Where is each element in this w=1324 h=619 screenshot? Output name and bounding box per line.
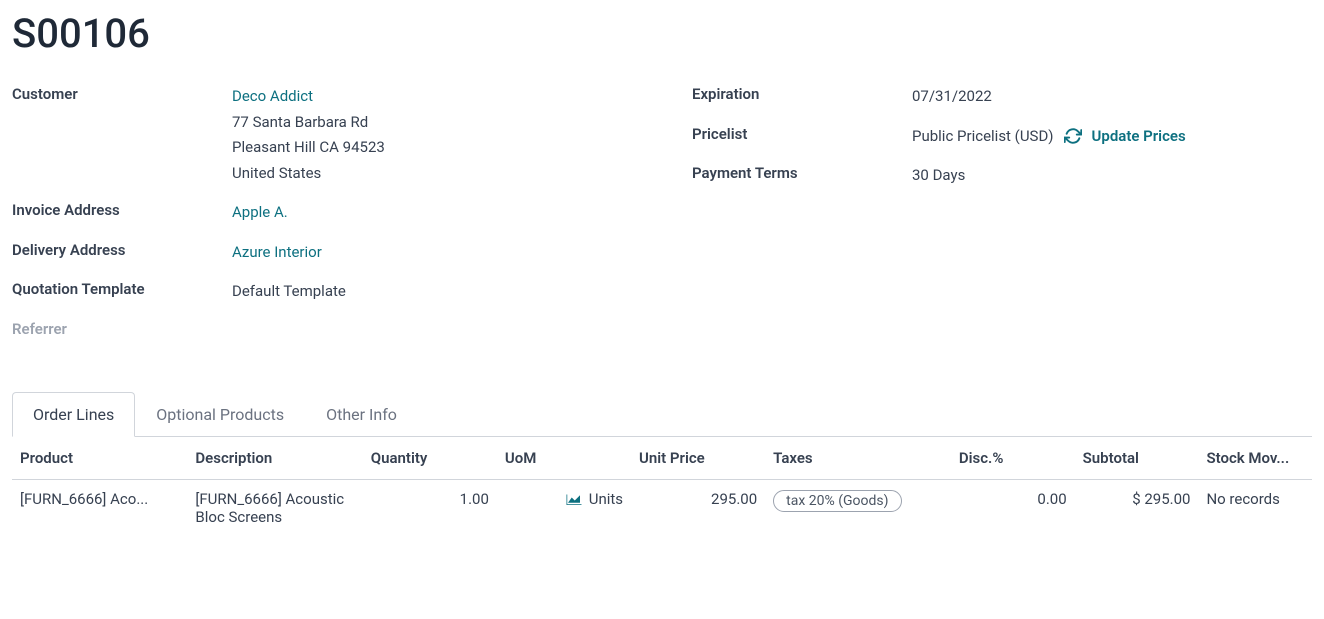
- expiration-value[interactable]: 07/31/2022: [912, 84, 1312, 110]
- cell-uom-text: Units: [589, 490, 623, 508]
- th-taxes[interactable]: Taxes: [765, 437, 951, 480]
- th-uom[interactable]: UoM: [497, 437, 631, 480]
- invoice-value[interactable]: Apple A.: [232, 200, 632, 226]
- customer-addr-1: 77 Santa Barbara Rd: [232, 113, 368, 131]
- th-discount[interactable]: Disc.%: [951, 437, 1075, 480]
- cell-discount[interactable]: 0.00: [951, 479, 1075, 536]
- th-description[interactable]: Description: [187, 437, 362, 480]
- form-col-left: Customer Deco Addict 77 Santa Barbara Rd…: [12, 84, 632, 352]
- cell-uom[interactable]: Units: [497, 479, 631, 536]
- cell-product[interactable]: [FURN_6666] Aco...: [12, 479, 187, 536]
- update-prices-button[interactable]: Update Prices: [1092, 124, 1186, 150]
- tabs: Order Lines Optional Products Other Info: [12, 392, 1312, 437]
- cell-subtotal: $ 295.00: [1075, 479, 1199, 536]
- th-unit-price[interactable]: Unit Price: [631, 437, 765, 480]
- tab-order-lines[interactable]: Order Lines: [12, 392, 135, 437]
- field-customer: Customer Deco Addict 77 Santa Barbara Rd…: [12, 84, 632, 186]
- cell-unit-price[interactable]: 295.00: [631, 479, 765, 536]
- delivery-value[interactable]: Azure Interior: [232, 240, 632, 266]
- customer-addr-2: Pleasant Hill CA 94523: [232, 138, 385, 156]
- terms-label: Payment Terms: [692, 163, 912, 182]
- customer-label: Customer: [12, 84, 232, 103]
- expiration-label: Expiration: [692, 84, 912, 103]
- pricelist-value[interactable]: Public Pricelist (USD): [912, 124, 1054, 150]
- refresh-icon[interactable]: [1064, 127, 1082, 145]
- customer-value[interactable]: Deco Addict 77 Santa Barbara Rd Pleasant…: [232, 84, 632, 186]
- invoice-label: Invoice Address: [12, 200, 232, 219]
- field-payment-terms: Payment Terms 30 Days: [692, 163, 1312, 189]
- template-label: Quotation Template: [12, 279, 232, 298]
- terms-value[interactable]: 30 Days: [912, 163, 1312, 189]
- tab-other-info[interactable]: Other Info: [305, 392, 418, 436]
- field-delivery-address: Delivery Address Azure Interior: [12, 240, 632, 266]
- delivery-label: Delivery Address: [12, 240, 232, 259]
- th-stock[interactable]: Stock Mov...: [1198, 437, 1312, 480]
- pricelist-label: Pricelist: [692, 124, 912, 143]
- cell-taxes[interactable]: tax 20% (Goods): [765, 479, 951, 536]
- tab-optional-products[interactable]: Optional Products: [135, 392, 305, 436]
- form-section: Customer Deco Addict 77 Santa Barbara Rd…: [12, 84, 1312, 352]
- cell-stock: No records: [1198, 479, 1312, 536]
- field-referrer: Referrer: [12, 319, 632, 338]
- form-col-right: Expiration 07/31/2022 Pricelist Public P…: [692, 84, 1312, 352]
- field-invoice-address: Invoice Address Apple A.: [12, 200, 632, 226]
- field-quotation-template: Quotation Template Default Template: [12, 279, 632, 305]
- forecast-icon[interactable]: [565, 493, 583, 507]
- customer-addr-3: United States: [232, 164, 321, 182]
- cell-quantity[interactable]: 1.00: [363, 479, 497, 536]
- th-product[interactable]: Product: [12, 437, 187, 480]
- field-expiration: Expiration 07/31/2022: [692, 84, 1312, 110]
- tax-tag[interactable]: tax 20% (Goods): [773, 490, 901, 512]
- referrer-label: Referrer: [12, 319, 232, 338]
- th-subtotal[interactable]: Subtotal: [1075, 437, 1199, 480]
- customer-name-link[interactable]: Deco Addict: [232, 87, 313, 105]
- order-lines-table: Product Description Quantity UoM Unit Pr…: [12, 437, 1312, 536]
- cell-description[interactable]: [FURN_6666] Acoustic Bloc Screens: [187, 479, 362, 536]
- page-title: S00106: [12, 12, 1312, 56]
- th-quantity[interactable]: Quantity: [363, 437, 497, 480]
- field-pricelist: Pricelist Public Pricelist (USD) Update …: [692, 124, 1312, 150]
- table-row[interactable]: [FURN_6666] Aco... [FURN_6666] Acoustic …: [12, 479, 1312, 536]
- template-value[interactable]: Default Template: [232, 279, 632, 305]
